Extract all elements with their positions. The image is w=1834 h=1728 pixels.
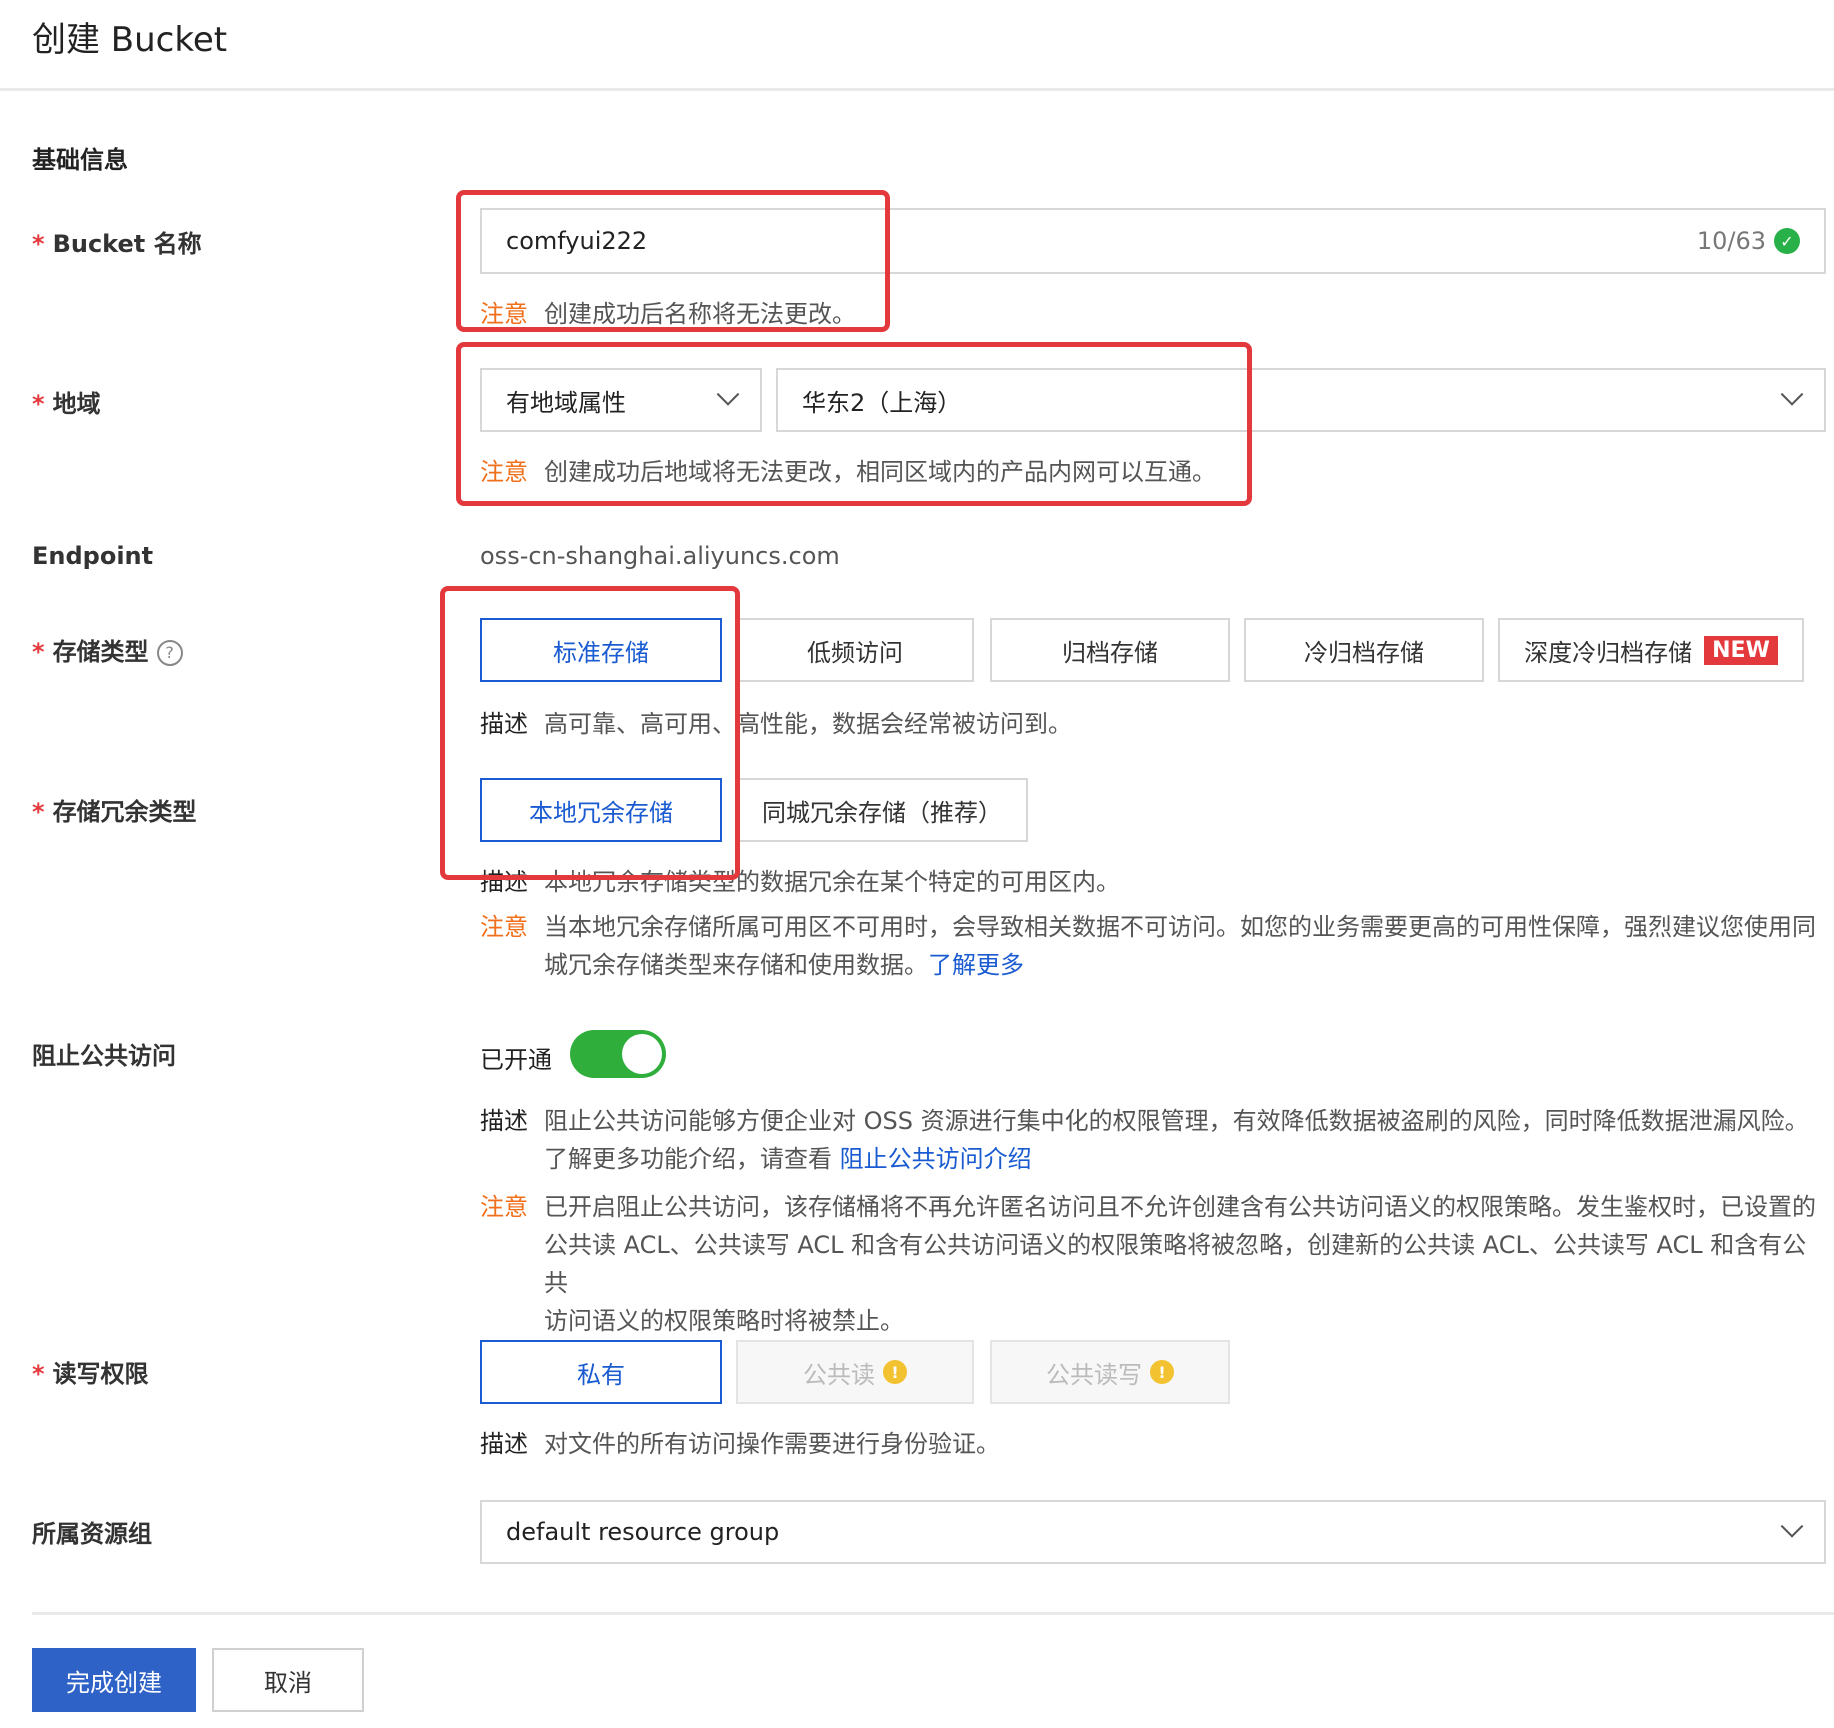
acl-label: * 读写权限 (32, 1360, 149, 1388)
toggle-status-label: 已开通 (480, 1046, 552, 1074)
check-circle-icon: ✓ (1774, 228, 1800, 254)
footer-divider (32, 1612, 1834, 1615)
acl-desc: 描述 对文件的所有访问操作需要进行身份验证。 (480, 1430, 1000, 1458)
chevron-down-icon (1780, 383, 1804, 406)
section-title-basic: 基础信息 (32, 146, 128, 174)
submit-button[interactable]: 完成创建 (32, 1648, 196, 1712)
warning-icon: ! (1150, 1360, 1174, 1384)
block-public-intro-link[interactable]: 阻止公共访问介绍 (840, 1145, 1032, 1173)
highlight-box-region (456, 342, 1252, 506)
block-public-label: 阻止公共访问 (32, 1042, 176, 1070)
resource-group-select[interactable]: default resource group (480, 1500, 1826, 1564)
bucket-name-counter: 10/63 ✓ (1697, 227, 1800, 255)
block-public-toggle[interactable] (570, 1030, 666, 1078)
new-badge: NEW (1704, 635, 1778, 665)
storage-type-ia[interactable]: 低频访问 (736, 618, 974, 682)
block-public-note: 注意 已开启阻止公共访问，该存储桶将不再允许匿名访问且不允许创建含有公共访问语义的… (480, 1193, 1816, 1335)
acl-public-read[interactable]: 公共读! (736, 1340, 974, 1404)
page-title: 创建 Bucket (32, 20, 228, 60)
redundancy-note: 注意 当本地冗余存储所属可用区不可用时，会导致相关数据不可访问。如您的业务需要更高… (480, 913, 1816, 979)
toggle-knob (622, 1034, 662, 1074)
required-mark: * (32, 390, 45, 418)
learn-more-link[interactable]: 了解更多 (928, 951, 1024, 979)
storage-type-archive[interactable]: 归档存储 (990, 618, 1230, 682)
redundancy-zrs[interactable]: 同城冗余存储（推荐） (736, 778, 1028, 842)
bucket-name-label: * Bucket 名称 (32, 230, 202, 258)
help-icon[interactable]: ? (156, 640, 183, 666)
region-label: * 地域 (32, 390, 101, 418)
storage-type-cold-archive[interactable]: 冷归档存储 (1244, 618, 1484, 682)
endpoint-value: oss-cn-shanghai.aliyuncs.com (480, 542, 840, 570)
acl-public-read-write[interactable]: 公共读写! (990, 1340, 1230, 1404)
header-divider (0, 88, 1834, 91)
highlight-box-bucket-name (456, 190, 890, 332)
acl-private[interactable]: 私有 (480, 1340, 722, 1404)
cancel-button[interactable]: 取消 (212, 1648, 364, 1712)
required-mark: * (32, 638, 45, 666)
highlight-box-storage (440, 586, 740, 880)
resource-group-label: 所属资源组 (32, 1520, 152, 1548)
chevron-down-icon (1780, 1515, 1804, 1538)
warning-icon: ! (883, 1360, 907, 1384)
storage-type-label: * 存储类型? (32, 632, 183, 667)
required-mark: * (32, 798, 45, 826)
storage-type-deep-cold-archive[interactable]: 深度冷归档存储 NEW (1498, 618, 1804, 682)
redundancy-label: * 存储冗余类型 (32, 798, 197, 826)
required-mark: * (32, 230, 45, 258)
required-mark: * (32, 1360, 45, 1388)
endpoint-label: Endpoint (32, 542, 154, 570)
block-public-desc: 描述 阻止公共访问能够方便企业对 OSS 资源进行集中化的权限管理，有效降低数据被… (480, 1107, 1809, 1173)
